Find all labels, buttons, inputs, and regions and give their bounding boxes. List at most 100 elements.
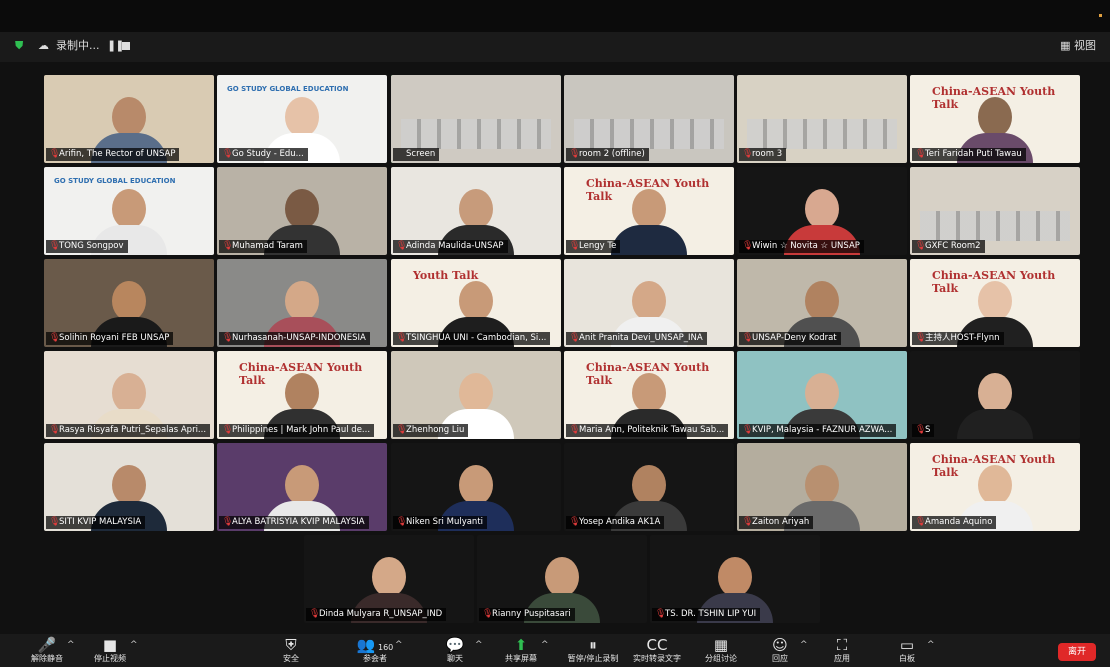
muted-mic-icon: 🎙 [569,517,581,527]
view-button[interactable]: ▦ 视图 [1060,39,1096,53]
participant-tile[interactable]: 🎙 Niken Sri Mulyanti [391,443,561,531]
caret-up-icon[interactable]: ^ [130,640,138,650]
participant-name-text: ALYA BATRISYIA KVIP MALAYSIA [232,517,365,527]
participant-name-text: Teri Faridah Puti Tawau [925,149,1022,159]
participant-tile[interactable]: 🎙 Anit Pranita Devi_UNSAP_INA [564,259,734,347]
participant-video [611,189,687,255]
stop-recording-icon[interactable] [122,42,130,50]
muted-mic-icon: 🎙 [309,609,321,619]
participant-tile[interactable]: 🎙 ALYA BATRISYIA KVIP MALAYSIA [217,443,387,531]
participant-tile[interactable]: 🎙 room 3 [737,75,907,163]
participant-tile[interactable]: 🎙 SITI KVIP MALAYSIA [44,443,214,531]
participant-tile[interactable]: China-ASEAN Youth Talk 🎙 主持人HOST-Flynn [910,259,1080,347]
participant-body [611,225,687,255]
participant-name: 🎙 Nurhasanah-UNSAP-INDONESIA [219,332,370,345]
participant-tile[interactable]: 🎙 Arifin, The Rector of UNSAP [44,75,214,163]
participant-name: 🎙 UNSAP-Deny Kodrat [739,332,841,345]
participant-tile[interactable]: 🎙 S [910,351,1080,439]
muted-mic-icon: 🎙 [915,241,927,251]
participant-name: 🎙 Anit Pranita Devi_UNSAP_INA [566,332,707,345]
participant-tile[interactable]: China-ASEAN Youth Talk 🎙 Amanda Aquino [910,443,1080,531]
participant-tile[interactable]: 🎙 Solihin Royani FEB UNSAP [44,259,214,347]
participant-tile[interactable]: 🎙 Wiwin ☆ Novita ☆ UNSAP [737,167,907,255]
security-icon: ⛨ [285,636,297,654]
participant-tile[interactable]: 🎙 Zhenhong Liu [391,351,561,439]
pause-stop-recording-icon: ⏸ [589,636,597,654]
toolbar-label: 聊天 [447,654,463,663]
participant-name-text: KVIP, Malaysia - FAZNUR AZWA... [752,425,893,435]
participant-head [805,465,839,505]
live-transcript-button[interactable]: CC 实时转录文字 [627,637,687,665]
caret-up-icon[interactable]: ^ [67,640,75,650]
participant-name: 🎙 TONG Songpov [46,240,128,253]
participant-head [978,281,1012,321]
participant-tile[interactable]: China-ASEAN Youth Talk 🎙 Philippines | Mar… [217,351,387,439]
pause-stop-recording-button[interactable]: ⏸ 暂停/停止录制 [563,637,623,665]
participant-tile[interactable]: China-ASEAN Youth Talk 🎙 Lengy Te [564,167,734,255]
participant-tile[interactable]: 🎙 KVIP, Malaysia - FAZNUR AZWA... [737,351,907,439]
participant-head [285,97,319,137]
leave-meeting-button[interactable]: 离开 [1058,643,1096,661]
participant-tile[interactable]: 🎙 room 2 (offline) [564,75,734,163]
participant-tile[interactable]: 🎙 Muhamad Taram [217,167,387,255]
participant-name-text: Zhenhong Liu [406,425,465,435]
participant-name-text: Anit Pranita Devi_UNSAP_INA [579,333,703,343]
caret-up-icon[interactable]: ^ [927,640,935,650]
participant-name: 🎙 Dinda Mulyara R_UNSAP_IND [306,608,447,621]
participant-tile[interactable]: 🎙 Adinda Maulida-UNSAP [391,167,561,255]
security-button[interactable]: ⛨ 安全 [261,637,321,665]
muted-mic-icon: 🎙 [915,149,927,159]
caret-up-icon[interactable]: ^ [800,640,808,650]
virtual-background-logo: GO STUDY GLOBAL EDUCATION [227,85,349,93]
live-transcript-icon: CC [646,636,668,654]
participant-tile[interactable]: Youth Talk 🎙 TSINGHUA UNI - Cambodian, Si.… [391,259,561,347]
participant-name-text: Arifin, The Rector of UNSAP [59,149,176,159]
participant-tile[interactable]: China-ASEAN Youth Talk 🎙 Teri Faridah Puti… [910,75,1080,163]
muted-mic-icon: 🎙 [222,425,234,435]
participant-tile[interactable]: 🎙 Dinda Mulyara R_UNSAP_IND [304,535,474,623]
participant-tile[interactable]: China-ASEAN Youth Talk 🎙 Maria Ann, Polite… [564,351,734,439]
participant-name: 🎙 Rasya Risyafa Putri_Sepalas Apri... [46,424,211,437]
participant-name-text: Maria Ann, Politeknik Tawau Sab... [579,425,725,435]
participant-name-text: SITI KVIP MALAYSIA [59,517,142,527]
participant-name: 🎙 Yosep Andika AK1A [566,516,665,529]
gallery-view: 🎙 Arifin, The Rector of UNSAP GO STUDY GLO… [0,62,1110,634]
participant-name-text: Adinda Maulida-UNSAP [406,241,504,251]
participant-name: 🎙 Solihin Royani FEB UNSAP [46,332,174,345]
participant-tile[interactable]: 🎙 Zaiton Ariyah [737,443,907,531]
participant-head [112,281,146,321]
participant-name-text: Niken Sri Mulyanti [406,517,484,527]
recording-status: 录制中... [56,39,100,52]
participant-tile[interactable]: 🎙 Rianny Puspitasari [477,535,647,623]
toolbar-label: 安全 [283,654,299,663]
muted-mic-icon: 🎙 [49,241,61,251]
toolbar-label: 回应 [772,654,788,663]
caret-up-icon[interactable]: ^ [395,640,403,650]
participant-name-text: Wiwin ☆ Novita ☆ UNSAP [752,241,860,251]
participant-head [545,557,579,597]
participant-head [285,465,319,505]
participant-tile[interactable]: GO STUDY GLOBAL EDUCATION 🎙 Go Study - Edu… [217,75,387,163]
participant-tile[interactable]: 🎙 Nurhasanah-UNSAP-INDONESIA [217,259,387,347]
caret-up-icon[interactable]: ^ [541,640,549,650]
toolbar-label: 共享屏幕 [505,654,537,663]
breakout-rooms-button[interactable]: ▦ 分组讨论 [691,637,751,665]
participant-head [632,373,666,413]
pause-recording-icon[interactable]: ❚❚ [107,39,124,53]
encryption-shield-icon[interactable]: ⛊ [15,40,26,52]
participant-tile[interactable]: 🎙 TS. DR. TSHIN LIP YUI [650,535,820,623]
muted-mic-icon: 🎙 [49,149,61,159]
title-bar [0,0,1110,32]
participant-tile[interactable]: Screen [391,75,561,163]
participant-tile[interactable]: 🎙 GXFC Room2 [910,167,1080,255]
participant-tile[interactable]: 🎙 Rasya Risyafa Putri_Sepalas Apri... [44,351,214,439]
participant-name-text: Muhamad Taram [232,241,303,251]
participant-tile[interactable]: 🎙 UNSAP-Deny Kodrat [737,259,907,347]
participant-name-text: Solihin Royani FEB UNSAP [59,333,170,343]
apps-button[interactable]: ⛶ 应用 [812,637,872,665]
participant-tile[interactable]: 🎙 Yosep Andika AK1A [564,443,734,531]
caret-up-icon[interactable]: ^ [475,640,483,650]
toolbar-label: 参会者 [363,654,387,663]
virtual-background-logo: GO STUDY GLOBAL EDUCATION [54,177,176,185]
participant-tile[interactable]: GO STUDY GLOBAL EDUCATION 🎙 TONG Songpov [44,167,214,255]
